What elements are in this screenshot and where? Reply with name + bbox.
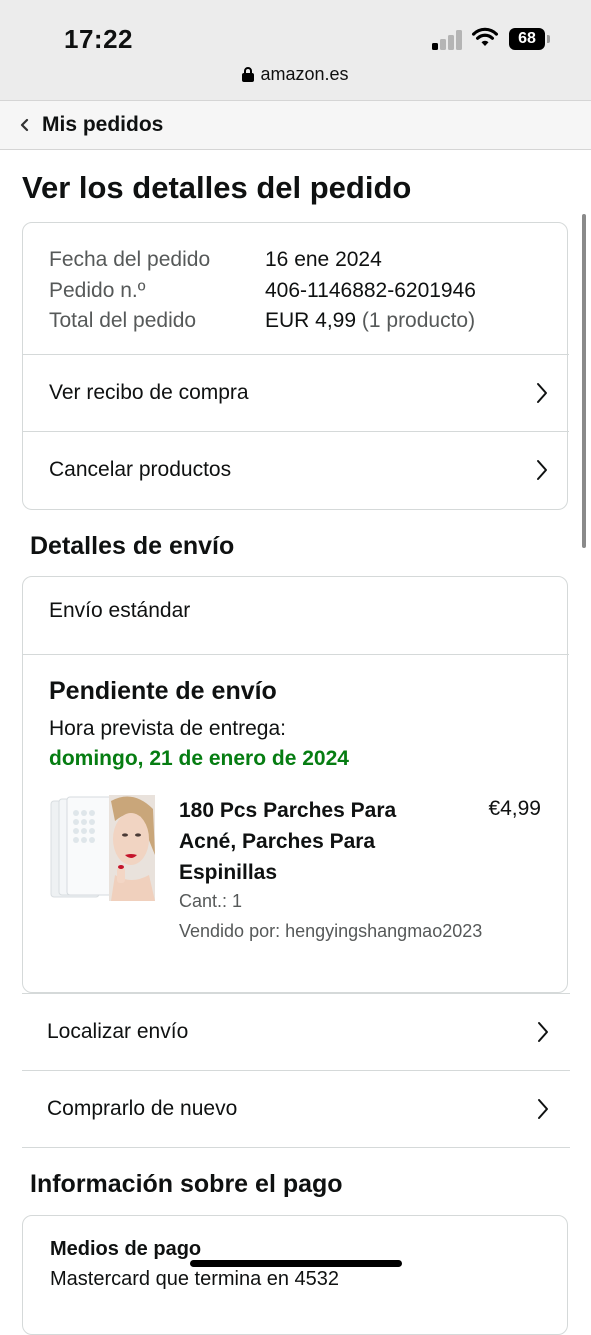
lock-icon [242, 67, 255, 82]
address-bar[interactable]: amazon.es [0, 64, 591, 85]
product-title-link[interactable]: 180 Pcs Parches Para Acné, Parches Para … [179, 795, 434, 888]
product-image[interactable] [49, 795, 155, 901]
url-text: amazon.es [260, 64, 349, 84]
shipment-status: Pendiente de envío [49, 677, 277, 705]
chevron-right-icon [537, 460, 547, 480]
breadcrumb-bar: Mis pedidos [0, 100, 591, 150]
shipping-card: Envío estándar Pendiente de envío Hora p… [22, 576, 569, 993]
order-number-row: Pedido n.º 406-1146882-6201946 [49, 276, 476, 307]
battery-indicator: 68 [509, 28, 545, 50]
order-number-label: Pedido n.º [49, 278, 146, 302]
order-item-count: (1 producto) [356, 309, 476, 332]
cellular-signal-icon [432, 28, 464, 50]
order-total-value: EUR 4,99 (1 producto) [265, 306, 475, 337]
order-number-value: 406-1146882-6201946 [265, 278, 476, 302]
track-package-link[interactable]: Localizar envío [22, 993, 570, 1070]
view-receipt-label: Ver recibo de compra [49, 381, 249, 404]
chevron-left-icon [20, 118, 29, 132]
shipping-section-title: Detalles de envío [30, 532, 235, 560]
payment-methods-title: Medios de pago [50, 1238, 202, 1260]
order-date-label: Fecha del pedido [49, 248, 211, 271]
payment-card: Medios de pago Mastercard que termina en… [22, 1215, 568, 1335]
payment-section-title: Información sobre el pago [30, 1170, 343, 1198]
chevron-right-icon [537, 383, 547, 403]
wifi-icon [472, 27, 498, 46]
back-link[interactable]: Mis pedidos [20, 101, 163, 149]
page-title: Ver los detalles del pedido [22, 170, 412, 205]
order-summary-card: Fecha del pedido 16 ene 2024 Pedido n.º … [22, 222, 569, 510]
order-date-row: Fecha del pedido 16 ene 2024 [49, 245, 476, 276]
chevron-right-icon [538, 1022, 548, 1042]
scrollbar[interactable] [582, 214, 586, 548]
delivery-estimate-label: Hora prevista de entrega: [49, 717, 286, 740]
order-info: Fecha del pedido 16 ene 2024 Pedido n.º … [49, 245, 476, 337]
battery-tip [547, 35, 550, 43]
order-date-value: 16 ene 2024 [265, 248, 382, 271]
chevron-right-icon [538, 1099, 548, 1119]
delivery-date: domingo, 21 de enero de 2024 [49, 747, 349, 770]
divider [23, 654, 569, 655]
order-total-amount: EUR 4,99 [265, 309, 357, 332]
track-package-label: Localizar envío [47, 1020, 189, 1043]
product-seller: Vendido por: hengyingshangmao2023 [179, 921, 483, 941]
shipping-method: Envío estándar [49, 599, 191, 622]
divider [22, 1147, 570, 1148]
order-total-label: Total del pedido [49, 309, 197, 332]
cancel-items-link[interactable]: Cancelar productos [23, 431, 569, 508]
buy-again-label: Comprarlo de nuevo [47, 1097, 238, 1120]
order-total-row: Total del pedido EUR 4,99 (1 producto) [49, 306, 476, 337]
clock: 17:22 [64, 24, 133, 54]
back-link-label: Mis pedidos [42, 113, 164, 136]
product-price: €4,99 [488, 797, 541, 820]
view-receipt-link[interactable]: Ver recibo de compra [23, 354, 569, 431]
buy-again-link[interactable]: Comprarlo de nuevo [22, 1070, 570, 1147]
status-bar: 17:22 68 amazon.es [0, 0, 591, 100]
product-quantity: Cant.: 1 [179, 891, 243, 911]
cancel-items-label: Cancelar productos [49, 458, 232, 481]
home-indicator[interactable] [190, 1260, 402, 1267]
